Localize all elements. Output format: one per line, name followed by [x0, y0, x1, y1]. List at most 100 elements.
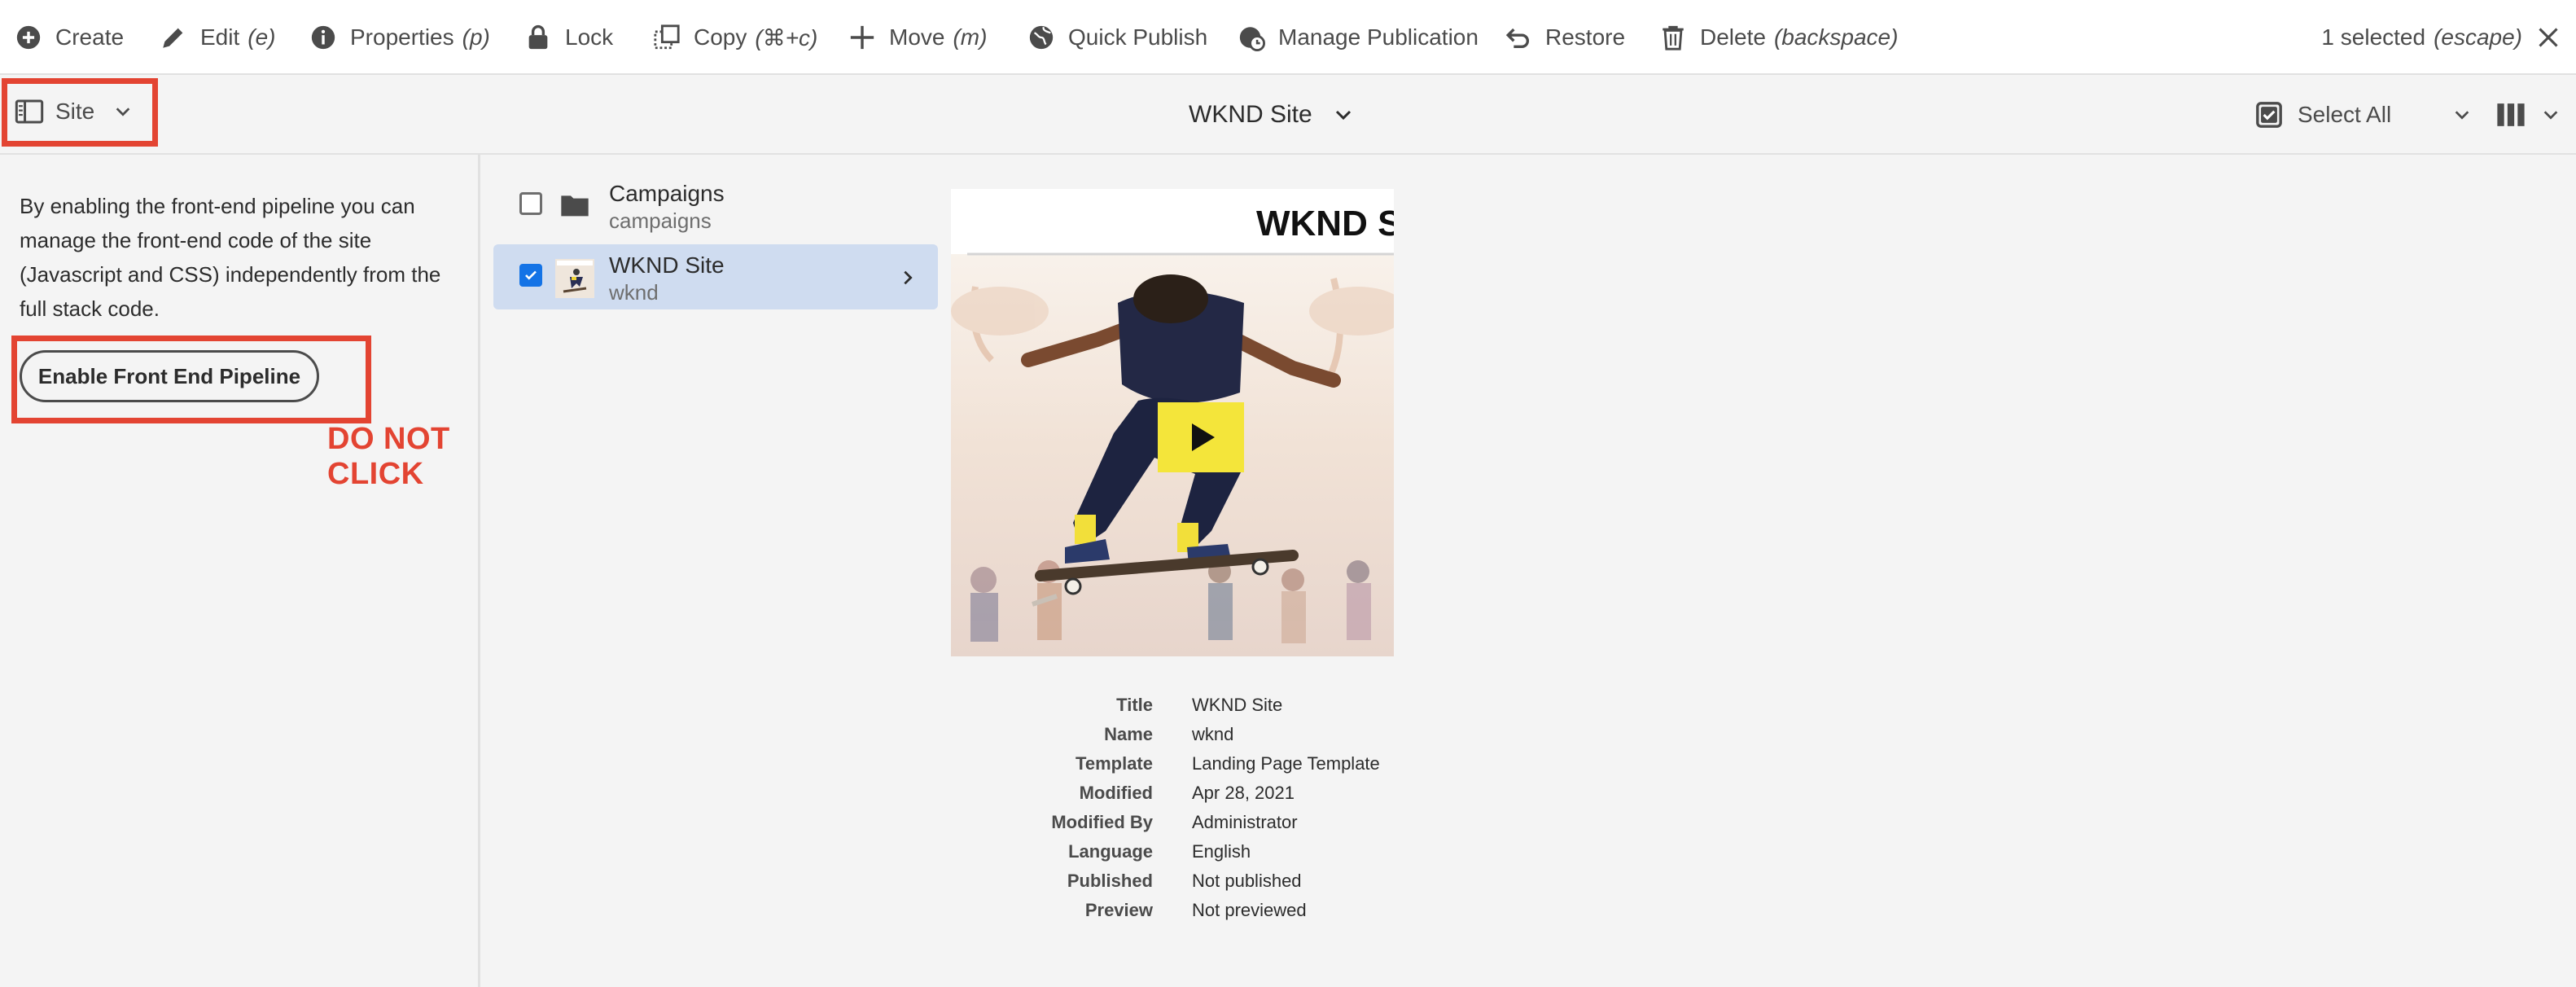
- rail-panel-icon: [15, 99, 44, 124]
- action-bar: Create Edit (e) Properties (p) Lock Copy…: [0, 0, 2576, 75]
- select-all-label: Select All: [2298, 102, 2392, 127]
- select-all-button[interactable]: Select All: [2255, 75, 2471, 155]
- metadata-value: English: [1192, 841, 1251, 862]
- title-bar: Site WKND Site Select All: [0, 75, 2576, 155]
- metadata-value: wknd: [1192, 724, 1234, 744]
- edit-label: Edit: [200, 24, 240, 50]
- metadata-row: Name wknd: [951, 720, 1521, 749]
- trash-icon: [1663, 25, 1684, 50]
- properties-shortcut: (p): [462, 24, 490, 50]
- copy-label: Copy: [694, 24, 747, 50]
- copy-shortcut: (⌘+c): [755, 24, 818, 50]
- create-button[interactable]: Create: [15, 0, 124, 75]
- move-shortcut: (m): [953, 24, 988, 50]
- skateboarder-photo: WKND SIT: [951, 189, 1394, 656]
- item-title: Campaigns: [609, 181, 725, 206]
- info-icon: [311, 25, 335, 50]
- breadcrumb-title: WKND Site: [1189, 101, 1312, 128]
- edit-shortcut: (e): [248, 24, 276, 50]
- breadcrumb[interactable]: WKND Site: [1189, 75, 1353, 155]
- move-label: Move: [889, 24, 945, 50]
- metadata-row: Template Landing Page Template: [951, 749, 1521, 779]
- manage-publication-button[interactable]: Manage Publication: [1238, 0, 1479, 75]
- metadata-value: Not published: [1192, 871, 1302, 891]
- lock-icon: [528, 24, 548, 50]
- restore-button[interactable]: Restore: [1505, 0, 1625, 75]
- metadata-panel: Title WKND Site Name wknd Template Landi…: [951, 691, 1521, 925]
- metadata-key: Template: [1076, 753, 1153, 774]
- delete-label: Delete: [1700, 24, 1766, 50]
- properties-label: Properties: [350, 24, 454, 50]
- checkmark-icon: [525, 270, 537, 280]
- restore-label: Restore: [1545, 24, 1626, 50]
- metadata-value: Landing Page Template: [1192, 753, 1380, 774]
- add-circle-icon: [16, 25, 41, 50]
- quick-publish-button[interactable]: Quick Publish: [1027, 0, 1207, 75]
- item-title: WKND Site: [609, 252, 725, 278]
- lock-button[interactable]: Lock: [524, 0, 613, 75]
- move-icon: [850, 25, 874, 50]
- pencil-icon: [163, 28, 183, 48]
- metadata-key: Modified: [1079, 783, 1153, 803]
- metadata-key: Preview: [1084, 900, 1153, 920]
- selection-status[interactable]: 1 selected (escape): [2321, 0, 2560, 75]
- view-switcher-button[interactable]: [2496, 75, 2560, 155]
- metadata-value: Apr 28, 2021: [1192, 783, 1295, 803]
- pipeline-description: By enabling the front-end pipeline you c…: [20, 194, 441, 321]
- row-checkbox[interactable]: [519, 264, 542, 287]
- folder-icon: [561, 195, 589, 217]
- lock-label: Lock: [565, 24, 614, 50]
- metadata-key: Title: [1116, 695, 1153, 715]
- metadata-row: Title WKND Site: [951, 691, 1521, 720]
- create-label: Create: [55, 24, 125, 50]
- metadata-value: Not previewed: [1192, 900, 1307, 920]
- copy-icon: [654, 24, 680, 50]
- metadata-key: Language: [1068, 841, 1153, 862]
- list-item-campaigns[interactable]: Campaigns campaigns: [493, 173, 938, 238]
- enable-front-end-pipeline-button[interactable]: Enable Front End Pipeline: [20, 350, 319, 402]
- metadata-row: Modified Apr 28, 2021: [951, 779, 1521, 808]
- column-view: Campaigns campaigns WKND Site wknd: [493, 173, 938, 316]
- list-item-wknd-site[interactable]: WKND Site wknd: [493, 244, 938, 309]
- chevron-down-icon: [1335, 110, 1351, 121]
- undo-icon: [1505, 28, 1529, 49]
- item-name: campaigns: [609, 208, 712, 233]
- rail-toggle-label: Site: [55, 99, 95, 124]
- manage-publication-label: Manage Publication: [1278, 24, 1479, 50]
- chevron-down-icon[interactable]: [2453, 106, 2471, 124]
- row-checkbox[interactable]: [519, 192, 542, 215]
- metadata-row: Preview Not previewed: [951, 896, 1521, 925]
- left-rail: By enabling the front-end pipeline you c…: [0, 155, 480, 987]
- metadata-key: Name: [1104, 724, 1153, 744]
- copy-button[interactable]: Copy (⌘+c): [653, 0, 817, 75]
- do-not-click-annotation: DO NOT CLICK: [327, 422, 450, 491]
- image-heading: WKND SIT: [1256, 204, 1394, 243]
- delete-button[interactable]: Delete (backspace): [1659, 0, 1898, 75]
- chevron-right-icon[interactable]: [899, 269, 917, 287]
- item-name: wknd: [609, 280, 659, 305]
- site-thumbnail: [555, 259, 594, 298]
- chevron-down-icon: [2543, 111, 2558, 120]
- site-preview-image: WKND SIT: [951, 189, 1394, 656]
- delete-shortcut: (backspace): [1773, 24, 1899, 50]
- rail-toggle-button[interactable]: Site: [3, 78, 158, 145]
- globe-icon: [1029, 25, 1054, 50]
- globe-clock-icon: [1239, 27, 1265, 51]
- edit-button[interactable]: Edit (e): [160, 0, 275, 75]
- metadata-value: WKND Site: [1192, 695, 1283, 715]
- checkbox-checked-icon: [2256, 102, 2282, 128]
- quick-publish-label: Quick Publish: [1068, 24, 1208, 50]
- metadata-row: Modified By Administrator: [951, 808, 1521, 837]
- selected-shortcut: (escape): [2434, 24, 2522, 50]
- metadata-key: Published: [1067, 871, 1153, 891]
- column-view-icon: [2497, 103, 2525, 126]
- selected-count: 1 selected: [2321, 24, 2426, 50]
- chevron-down-icon: [116, 107, 130, 116]
- metadata-row: Language English: [951, 837, 1521, 866]
- metadata-row: Published Not published: [951, 866, 1521, 896]
- close-icon[interactable]: [2537, 26, 2560, 49]
- metadata-key: Modified By: [1051, 812, 1153, 832]
- metadata-value: Administrator: [1192, 812, 1298, 832]
- move-button[interactable]: Move (m): [848, 0, 987, 75]
- properties-button[interactable]: Properties (p): [309, 0, 490, 75]
